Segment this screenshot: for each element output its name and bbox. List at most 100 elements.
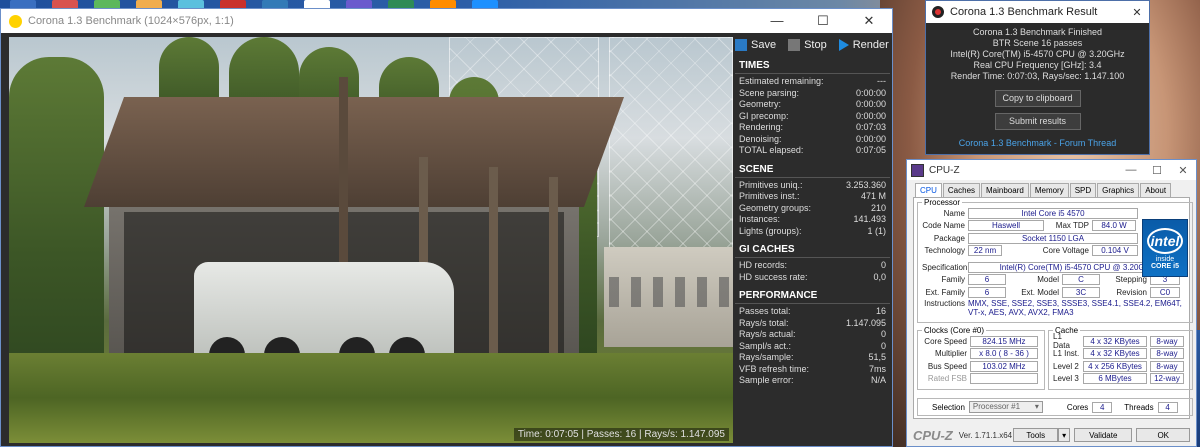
stat-row: Passes total: 16 [735, 306, 890, 318]
stat-label: Geometry groups: [739, 202, 812, 213]
render-label: Render [852, 39, 889, 51]
stat-row: GI precomp: 0:00:00 [735, 111, 890, 123]
ok-button[interactable]: OK [1136, 428, 1190, 442]
cpuz-maximize-button[interactable]: ☐ [1144, 164, 1170, 177]
stop-button[interactable]: Stop [788, 39, 835, 51]
cache-group: Cache L1 Data 4 x 32 KBytes 8-way L1 Inst.… [1048, 326, 1193, 390]
ext-model-value: 3C [1062, 286, 1100, 298]
l1-inst-label: L1 Inst. [1053, 349, 1080, 359]
ext-family-label: Ext. Family [925, 287, 965, 297]
level3-way: 12-way [1150, 373, 1184, 385]
tab-about[interactable]: About [1140, 183, 1172, 197]
rated-fsb-label: Rated FSB [927, 374, 967, 384]
ext-family-value: 6 [968, 286, 1006, 298]
stats-section-times: TIMES Estimated remaining: --- Scene parsin… [735, 60, 890, 157]
stat-label: Lights (groups): [739, 225, 802, 236]
tab-graphics[interactable]: Graphics [1097, 183, 1140, 197]
stat-label: Scene parsing: [739, 87, 800, 98]
cpuz-app-icon [911, 163, 924, 177]
l1-data-label: L1 Data [1053, 332, 1070, 351]
tdp-label: Max TDP [1055, 221, 1089, 231]
level2-way: 8-way [1150, 360, 1184, 372]
stat-label: TOTAL elapsed: [739, 145, 804, 155]
bus-speed-label: Bus Speed [927, 361, 967, 371]
forum-thread-link[interactable]: Corona 1.3 Benchmark - Forum Thread [926, 138, 1149, 148]
stats-panel: Save Stop Render TIMES Estimated remainin… [735, 37, 890, 443]
stat-label: Passes total: [739, 306, 791, 316]
stop-icon [788, 39, 801, 51]
stat-value: 0,0 [873, 271, 886, 282]
cpuz-close-button[interactable]: ✕ [1170, 164, 1196, 177]
close-button[interactable]: ✕ [846, 13, 892, 29]
validate-button[interactable]: Validate [1074, 428, 1133, 442]
level3-label: Level 3 [1053, 374, 1079, 384]
tab-cpu[interactable]: CPU [915, 183, 942, 197]
render-viewport[interactable]: Time: 0:07:05 | Passes: 16 | Rays/s: 1.1… [9, 37, 733, 443]
save-icon [735, 39, 747, 51]
clocks-legend: Clocks (Core #0) [924, 326, 985, 335]
tools-button[interactable]: Tools [1013, 428, 1059, 442]
stat-row: Instances: 141.493 [735, 214, 890, 226]
benchmark-title: Corona 1.3 Benchmark (1024×576px, 1:1) [28, 15, 234, 27]
family-label: Family [941, 275, 965, 285]
rated-fsb-value [970, 373, 1038, 385]
cpuz-tabs: CPU Caches Mainboard Memory SPD Graphics… [907, 183, 1196, 197]
tools-dropdown-button[interactable]: ▾ [1058, 428, 1071, 442]
stat-label: Denoising: [739, 133, 782, 144]
render-button[interactable]: Render [838, 39, 897, 51]
stats-section-performance: PERFORMANCE Passes total: 16 Rays/s total: 1… [735, 290, 890, 387]
stat-value: 7ms [868, 363, 886, 374]
save-button[interactable]: Save [735, 39, 784, 51]
result-titlebar[interactable]: Corona 1.3 Benchmark Result ✕ [926, 1, 1149, 23]
stat-label: Instances: [739, 214, 781, 224]
stat-row: VFB refresh time: 7ms [735, 364, 890, 376]
tab-mainboard[interactable]: Mainboard [981, 183, 1029, 197]
model-value: C [1062, 274, 1100, 286]
tab-memory[interactable]: Memory [1029, 183, 1069, 197]
result-close-button[interactable]: ✕ [1125, 6, 1149, 19]
tab-caches[interactable]: Caches [942, 183, 981, 197]
tab-spd[interactable]: SPD [1069, 183, 1097, 197]
intel-inside-text: inside [1155, 256, 1175, 263]
minimize-button[interactable]: — [754, 13, 800, 29]
stat-label: Geometry: [739, 99, 782, 109]
instructions-label: Instructions [924, 298, 965, 308]
clocks-group: Clocks (Core #0) Core Speed 824.15 MHz Mu… [917, 326, 1045, 390]
stat-value: N/A [870, 375, 886, 385]
core-voltage-label: Core Voltage [1042, 246, 1089, 256]
metal-canopy [83, 97, 625, 207]
antenna-tower [609, 37, 733, 267]
processor-group: Processor intel inside CORE i5 Name Intel… [917, 198, 1193, 323]
technology-value: 22 nm [968, 245, 1002, 257]
corona-logo-icon [932, 6, 944, 18]
package-label: Package [933, 233, 965, 243]
cpuz-minimize-button[interactable]: — [1118, 164, 1144, 177]
stat-value: 0:00:00 [855, 99, 886, 109]
intel-core-text: CORE i5 [1150, 263, 1179, 270]
bus-speed-value: 103.02 MHz [970, 360, 1038, 372]
cores-label: Cores [1066, 402, 1089, 412]
submit-results-button[interactable]: Submit results [994, 113, 1081, 130]
copy-to-clipboard-button[interactable]: Copy to clipboard [994, 90, 1081, 107]
stat-row: Rendering: 0:07:03 [735, 122, 890, 134]
instructions-value: MMX, SSE, SSE2, SSE3, SSSE3, SSE4.1, SSE… [968, 298, 1182, 317]
stat-label: HD records: [739, 260, 788, 270]
core-voltage-value: 0.104 V [1092, 245, 1138, 257]
cpuz-titlebar[interactable]: CPU-Z — ☐ ✕ [907, 160, 1196, 180]
stat-value: 471 M [860, 191, 886, 201]
specification-label: Specification [922, 262, 968, 272]
level3-value: 6 MBytes [1083, 373, 1147, 385]
stat-row: HD records: 0 [735, 260, 890, 272]
section-heading: TIMES [735, 60, 890, 74]
stat-row: Rays/s actual: 0 [735, 329, 890, 341]
save-label: Save [751, 39, 777, 51]
processor-select[interactable]: Processor #1 ▾ [968, 401, 1043, 413]
section-heading: GI CACHES [735, 244, 890, 258]
benchmark-titlebar[interactable]: Corona 1.3 Benchmark (1024×576px, 1:1) —… [1, 9, 892, 33]
codename-value: Haswell [968, 220, 1044, 232]
stat-row: Lights (groups): 1 (1) [735, 226, 890, 238]
stat-row: Rays/sample: 51,5 [735, 352, 890, 364]
maximize-button[interactable]: ☐ [800, 13, 846, 29]
stat-row: Primitives uniq.: 3.253.360 [735, 180, 890, 192]
stat-row: TOTAL elapsed: 0:07:05 [735, 145, 890, 157]
